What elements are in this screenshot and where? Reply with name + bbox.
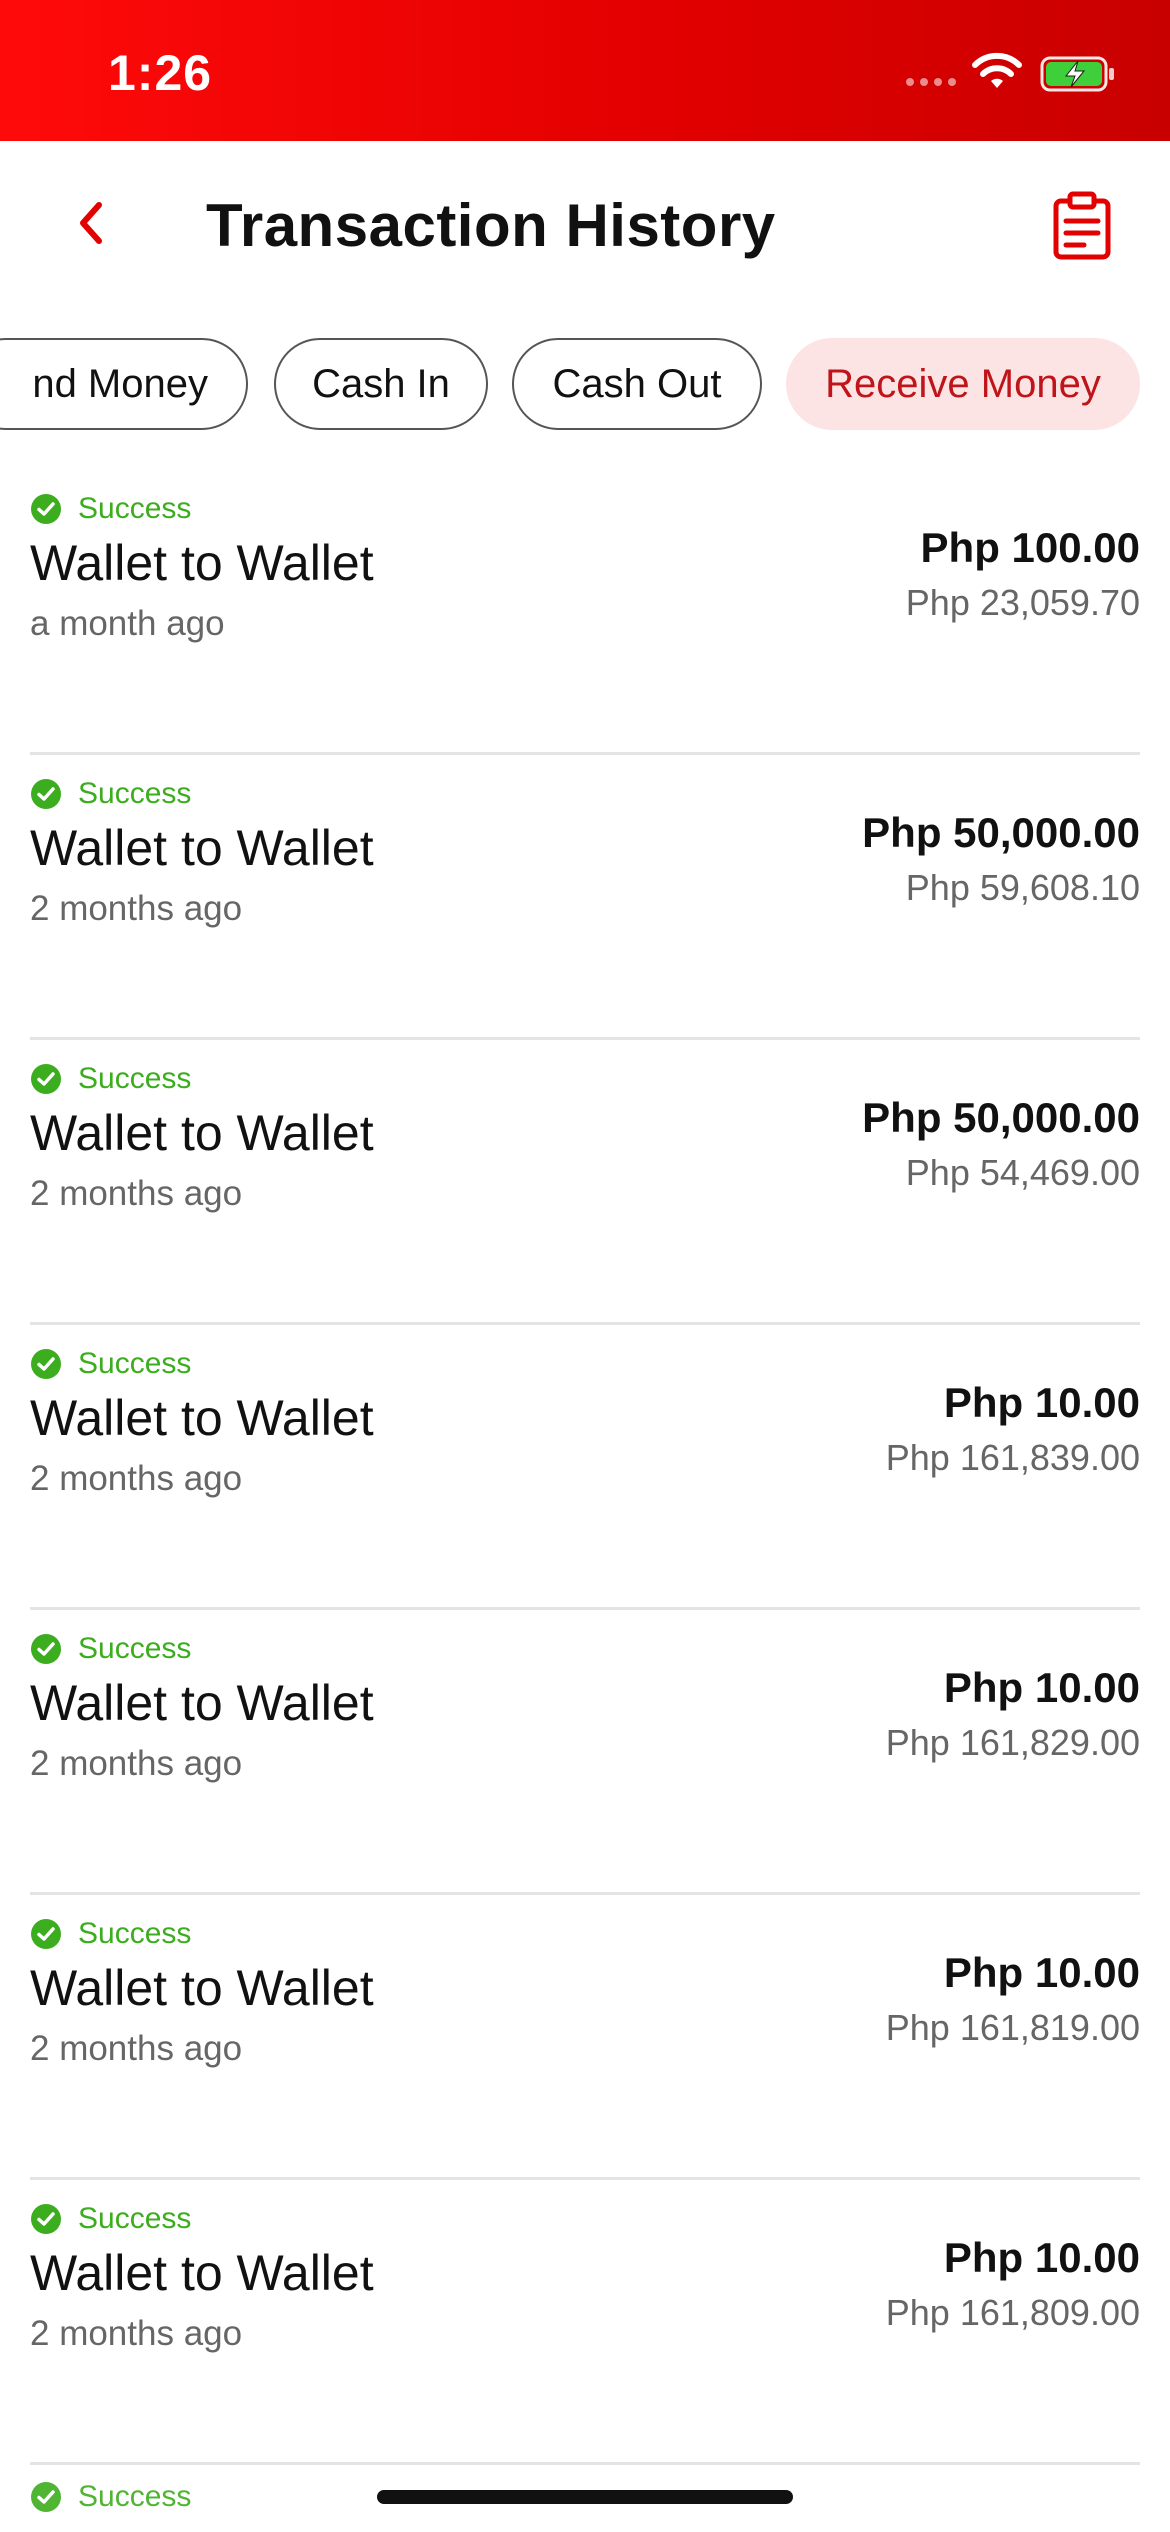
filter-chips: nd Money Cash In Cash Out Receive Money xyxy=(0,338,1170,434)
transaction-amount: Php 10.00 xyxy=(943,2234,1140,2281)
status-indicator: Success xyxy=(30,1347,191,1381)
status-text: Success xyxy=(78,1347,192,1380)
status-indicator: Success xyxy=(30,1917,191,1951)
status-time: 1:26 xyxy=(108,45,213,101)
status-text: Success xyxy=(78,1632,192,1665)
status-bar: 1:26 xyxy=(0,0,1170,141)
transaction-row[interactable]: Success Wallet to Wallet 2 months ago Ph… xyxy=(30,1325,1140,1610)
status-indicator: Success xyxy=(30,492,191,526)
transaction-time: a month ago xyxy=(30,604,225,643)
clipboard-icon xyxy=(1053,191,1111,260)
check-circle-icon xyxy=(31,2482,61,2512)
status-text: Success xyxy=(78,2480,192,2513)
running-balance: Php 54,469.00 xyxy=(905,1152,1140,1193)
chip-cash-out[interactable]: Cash Out xyxy=(512,338,762,430)
transaction-type: Wallet to Wallet xyxy=(30,820,374,876)
running-balance: Php 59,608.10 xyxy=(905,867,1140,908)
running-balance: Php 161,809.00 xyxy=(885,2292,1140,2333)
back-button[interactable] xyxy=(56,183,126,263)
status-text: Success xyxy=(78,777,192,810)
transaction-row[interactable]: Success Wallet to Wallet 2 months ago Ph… xyxy=(30,1040,1140,1325)
check-circle-icon xyxy=(31,1634,61,1664)
transaction-type: Wallet to Wallet xyxy=(30,1390,374,1446)
running-balance: Php 161,839.00 xyxy=(885,1437,1140,1478)
transaction-type: Wallet to Wallet xyxy=(30,1675,374,1731)
status-text: Success xyxy=(78,492,192,525)
check-circle-icon xyxy=(31,1064,61,1094)
status-indicator: Success xyxy=(30,2202,191,2236)
transaction-amount: Php 50,000.00 xyxy=(862,809,1140,856)
running-balance: Php 161,829.00 xyxy=(885,1722,1140,1763)
chip-label: Cash Out xyxy=(552,361,722,406)
page-title: Transaction History xyxy=(206,192,776,259)
chip-label: Receive Money xyxy=(825,361,1101,406)
check-circle-icon xyxy=(31,1349,61,1379)
transaction-row[interactable]: Success Wallet to Wallet 2 months ago Ph… xyxy=(30,1895,1140,2180)
transaction-row[interactable]: Success Wallet to Wallet 2 months ago Ph… xyxy=(30,2180,1140,2465)
chip-label: Cash In xyxy=(312,361,450,406)
status-text: Success xyxy=(78,1062,192,1095)
transaction-row[interactable]: Success Wallet to Wallet 2 months ago Ph… xyxy=(30,755,1140,1040)
check-circle-icon xyxy=(31,779,61,809)
transaction-type: Wallet to Wallet xyxy=(30,1105,374,1161)
check-circle-icon xyxy=(31,494,61,524)
chip-label: nd Money xyxy=(32,361,208,406)
chip-receive-money[interactable]: Receive Money xyxy=(786,338,1140,430)
transaction-time: 2 months ago xyxy=(30,889,243,928)
wifi-icon xyxy=(972,52,1022,88)
transaction-type: Wallet to Wallet xyxy=(30,535,374,591)
chip-cash-in[interactable]: Cash In xyxy=(274,338,488,430)
status-indicator: Success xyxy=(30,1632,191,1666)
partial-transaction-row[interactable]: Success xyxy=(30,2480,191,2514)
status-text: Success xyxy=(78,1917,192,1950)
transaction-time: 2 months ago xyxy=(30,1459,243,1498)
home-indicator[interactable] xyxy=(377,2490,793,2504)
transaction-type: Wallet to Wallet xyxy=(30,1960,374,2016)
transaction-row[interactable]: Success Wallet to Wallet a month ago Php… xyxy=(30,470,1140,755)
transaction-amount: Php 10.00 xyxy=(943,1664,1140,1711)
transaction-time: 2 months ago xyxy=(30,1744,243,1783)
transaction-time: 2 months ago xyxy=(30,2314,243,2353)
navigation-bar: Transaction History xyxy=(0,141,1170,311)
transaction-amount: Php 50,000.00 xyxy=(862,1094,1140,1141)
history-button[interactable] xyxy=(1050,191,1114,261)
transaction-amount: Php 10.00 xyxy=(943,1949,1140,1996)
running-balance: Php 161,819.00 xyxy=(885,2007,1140,2048)
transaction-type: Wallet to Wallet xyxy=(30,2245,374,2301)
transaction-amount: Php 10.00 xyxy=(943,1379,1140,1426)
status-text: Success xyxy=(78,2202,192,2235)
running-balance: Php 23,059.70 xyxy=(905,582,1140,623)
status-indicator: Success xyxy=(30,777,191,811)
chevron-left-icon xyxy=(80,202,102,244)
status-indicator: Success xyxy=(30,1062,191,1096)
transaction-time: 2 months ago xyxy=(30,2029,243,2068)
transaction-time: 2 months ago xyxy=(30,1174,243,1213)
battery-charging-icon xyxy=(1040,56,1114,92)
check-circle-icon xyxy=(31,2204,61,2234)
transaction-amount: Php 100.00 xyxy=(920,524,1140,571)
chip-send-money[interactable]: nd Money xyxy=(0,338,248,430)
transaction-row[interactable]: Success Wallet to Wallet 2 months ago Ph… xyxy=(30,1610,1140,1895)
row-divider xyxy=(30,2462,1140,2465)
check-circle-icon xyxy=(31,1919,61,1949)
cellular-signal-icon xyxy=(906,78,956,86)
